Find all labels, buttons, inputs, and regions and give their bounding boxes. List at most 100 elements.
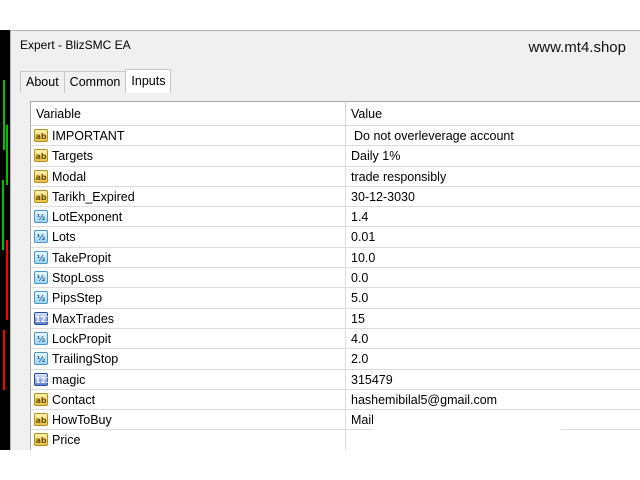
variable-cell[interactable]: 123 MaxTrades xyxy=(31,308,346,328)
variable-cell[interactable]: ab Targets xyxy=(31,146,346,166)
variable-cell[interactable]: ½ TrailingStop xyxy=(31,349,346,369)
value-cell[interactable]: hashemibilal5@gmail.com xyxy=(347,390,640,409)
grid-rows: ab IMPORTANT Do not overleverage account ab… xyxy=(31,126,640,451)
param-row[interactable]: ab HowToBuy Mail xyxy=(31,410,640,432)
double-param-icon: ½ xyxy=(34,250,48,264)
variable-cell[interactable]: ½ LockPropit xyxy=(31,328,346,349)
variable-cell[interactable]: ½ LotExponent xyxy=(31,207,346,227)
value-cell[interactable] xyxy=(347,430,640,449)
value-cell[interactable]: trade responsibly xyxy=(347,167,640,186)
param-row[interactable]: ab Modal trade responsibly xyxy=(31,166,640,187)
value-text: trade responsibly xyxy=(351,169,447,184)
value-text: 315479 xyxy=(351,372,393,387)
variable-name: StopLoss xyxy=(52,271,105,286)
param-row[interactable]: ½ PipsStep 5.0 xyxy=(31,288,640,309)
value-cell[interactable]: 30-12-3030 xyxy=(347,187,640,206)
value-text: hashemibilal5@gmail.com xyxy=(351,392,498,407)
param-row[interactable]: 123 MaxTrades 15 xyxy=(31,308,640,329)
variable-cell[interactable]: ab Tarikh_Expired xyxy=(31,186,346,207)
text-param-icon: ab xyxy=(34,189,48,203)
param-row[interactable]: ½ LotExponent 1.4 xyxy=(31,207,640,228)
candle-bar xyxy=(6,240,8,320)
variable-name: LockPropit xyxy=(52,331,112,346)
value-cell[interactable]: 315479 xyxy=(347,370,640,389)
value-cell[interactable]: 4.0 xyxy=(347,329,640,348)
double-param-icon: ½ xyxy=(34,230,48,244)
window-title: Expert - BlizSMC EA xyxy=(20,38,131,52)
candle-bar xyxy=(3,330,5,390)
value-cell[interactable]: 15 xyxy=(347,309,640,328)
variable-cell[interactable]: ab Contact xyxy=(31,389,346,410)
expert-properties-window: Expert - BlizSMC EA www.mt4.shop About C… xyxy=(10,30,640,451)
column-header-value[interactable]: Value xyxy=(351,102,382,126)
chart-edge xyxy=(0,30,10,450)
param-row[interactable]: ½ Lots 0.01 xyxy=(31,227,640,248)
variable-cell[interactable]: ½ StopLoss xyxy=(31,268,346,288)
variable-cell[interactable]: ½ Lots xyxy=(31,227,346,247)
variable-name: Modal xyxy=(52,169,87,184)
value-cell[interactable]: 0.0 xyxy=(347,268,640,287)
variable-name: Lots xyxy=(52,230,76,245)
redacted-area xyxy=(373,411,561,432)
text-param-icon: ab xyxy=(34,433,48,447)
desktop-bottom xyxy=(0,450,640,480)
variable-name: Targets xyxy=(52,149,93,164)
double-param-icon: ½ xyxy=(34,331,48,345)
candle-bar xyxy=(3,80,5,150)
double-param-icon: ½ xyxy=(34,291,48,305)
integer-param-icon: 123 xyxy=(34,311,52,325)
param-row[interactable]: ½ TakePropit 10.0 xyxy=(31,247,640,269)
variable-cell[interactable]: 123 magic xyxy=(31,369,346,389)
value-cell[interactable]: 2.0 xyxy=(347,349,640,368)
variable-name: IMPORTANT xyxy=(52,129,125,143)
variable-cell[interactable]: ½ TakePropit xyxy=(31,247,346,268)
variable-name: MaxTrades xyxy=(52,311,115,326)
column-header-variable[interactable]: Variable xyxy=(36,102,81,126)
param-row[interactable]: ½ TrailingStop 2.0 xyxy=(31,349,640,370)
value-text: 2.0 xyxy=(351,352,369,367)
value-text: 0.0 xyxy=(351,271,369,286)
variable-cell[interactable]: ab Price xyxy=(31,430,346,450)
value-cell[interactable]: Do not overleverage account xyxy=(347,126,640,145)
variable-name: PipsStep xyxy=(52,291,103,306)
variable-cell[interactable]: ½ PipsStep xyxy=(31,288,346,308)
variable-cell[interactable]: ab IMPORTANT xyxy=(31,126,346,146)
value-text: 15 xyxy=(351,311,365,326)
integer-param-icon: 123 xyxy=(34,372,52,386)
param-row[interactable]: ab IMPORTANT Do not overleverage account xyxy=(31,126,640,147)
value-cell[interactable]: 1.4 xyxy=(347,207,640,226)
variable-cell[interactable]: ab Modal xyxy=(31,166,346,186)
column-divider[interactable] xyxy=(345,102,346,126)
param-row[interactable]: ab Contact hashemibilal5@gmail.com xyxy=(31,389,640,411)
param-row[interactable]: 123 magic 315479 xyxy=(31,369,640,390)
desktop-backdrop xyxy=(0,0,640,30)
value-cell[interactable]: 0.01 xyxy=(347,227,640,246)
value-text: Do not overleverage account xyxy=(354,129,514,143)
value-text: 5.0 xyxy=(351,291,369,306)
value-cell[interactable]: 10.0 xyxy=(347,248,640,267)
value-text: Daily 1% xyxy=(351,149,401,164)
grid-header: Variable Value xyxy=(31,102,640,126)
tab-about[interactable]: About xyxy=(20,71,65,93)
param-row[interactable]: ½ LockPropit 4.0 xyxy=(31,328,640,350)
tab-inputs[interactable]: Inputs xyxy=(125,69,172,93)
tab-common[interactable]: Common xyxy=(63,71,127,93)
candle-bar xyxy=(6,125,8,185)
value-cell[interactable]: 5.0 xyxy=(347,288,640,307)
value-text: 30-12-3030 xyxy=(351,189,415,204)
param-row[interactable]: ab Targets Daily 1% xyxy=(31,146,640,167)
param-row[interactable]: ab Tarikh_Expired 30-12-3030 xyxy=(31,186,640,208)
value-cell[interactable]: Mail xyxy=(347,410,640,432)
double-param-icon: ½ xyxy=(34,210,48,224)
param-row[interactable]: ½ StopLoss 0.0 xyxy=(31,268,640,289)
param-row[interactable]: ab Price xyxy=(31,430,640,451)
value-cell[interactable]: Daily 1% xyxy=(347,146,640,165)
variable-name: Price xyxy=(52,433,81,448)
variable-cell[interactable]: ab HowToBuy xyxy=(31,410,346,430)
value-text: 1.4 xyxy=(351,210,369,225)
variable-name: HowToBuy xyxy=(52,413,112,428)
tab-bar: About Common Inputs xyxy=(20,69,172,93)
double-param-icon: ½ xyxy=(34,352,48,366)
candle-bar xyxy=(2,180,4,250)
text-param-icon: ab xyxy=(34,392,48,406)
